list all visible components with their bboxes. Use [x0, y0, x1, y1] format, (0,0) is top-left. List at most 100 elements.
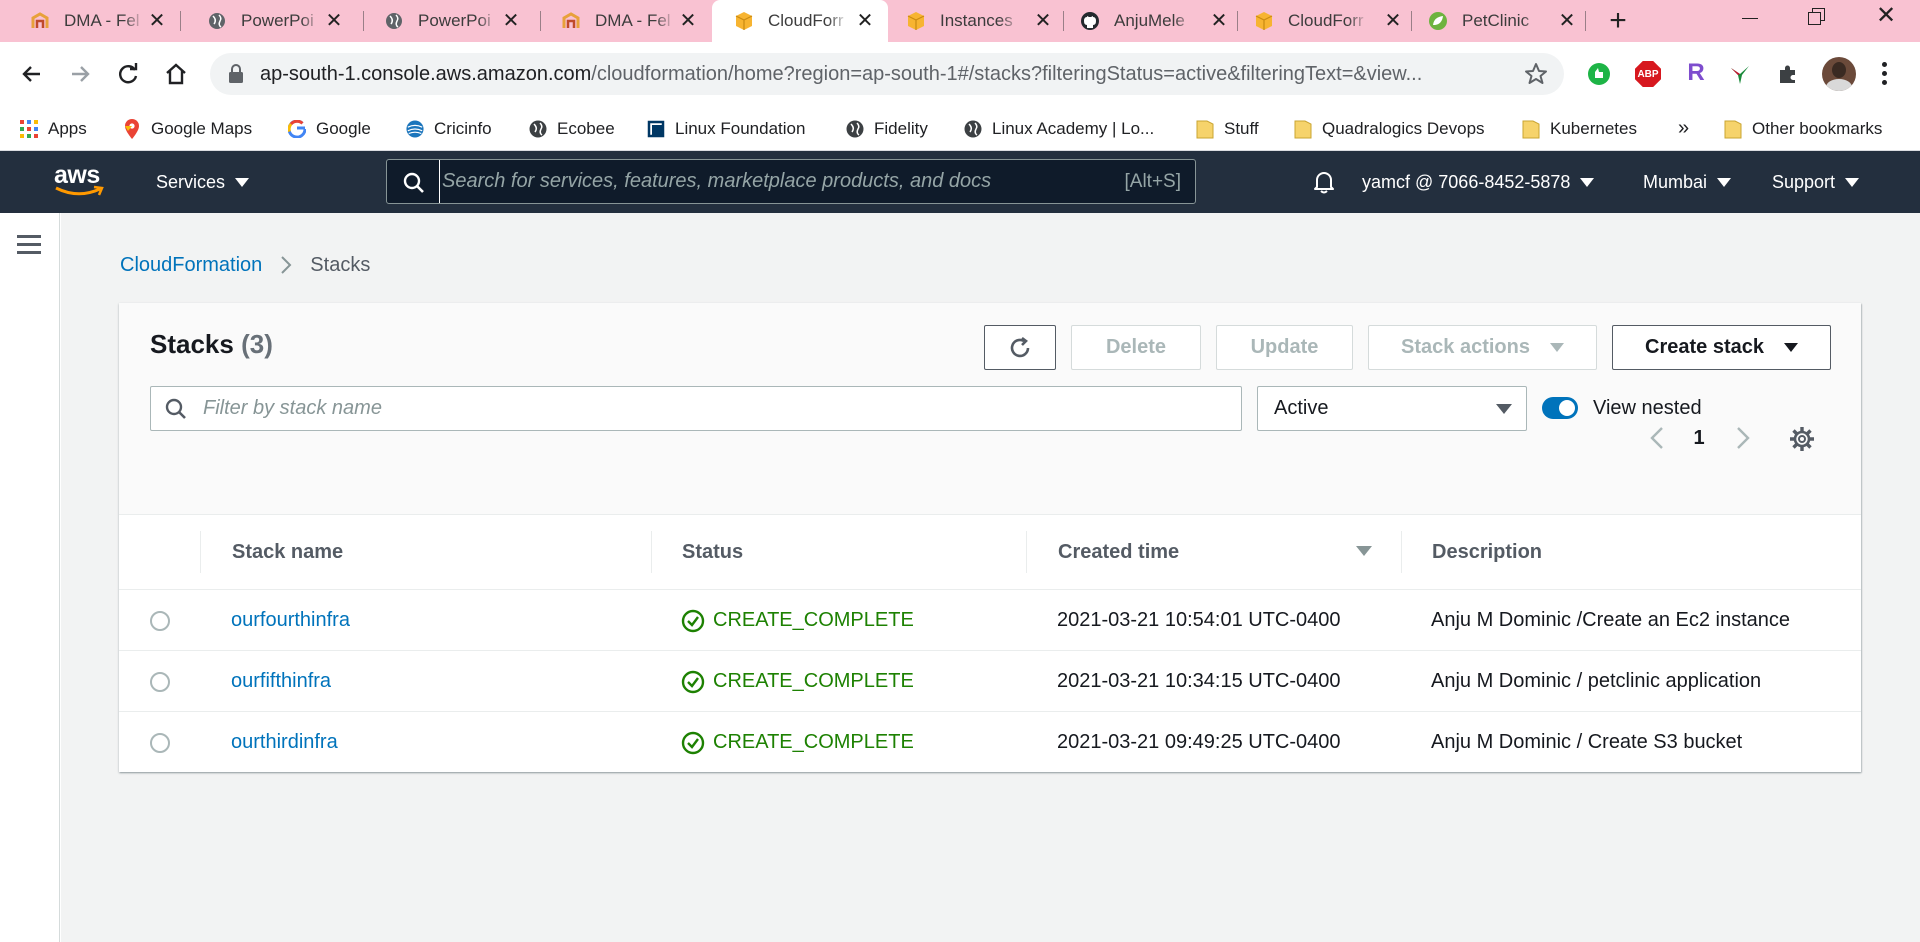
browser-tab[interactable]: DMA - Fel ✕ [531, 0, 711, 42]
tab-separator [1411, 11, 1412, 31]
success-check-icon [681, 731, 705, 754]
bookmark-linux-foundation[interactable]: Linux Foundation [647, 106, 805, 151]
browser-toolbar: ap-south-1.console.aws.amazon.com/cloudf… [0, 42, 1920, 106]
extensions-puzzle-icon[interactable] [1776, 62, 1800, 86]
delete-button[interactable]: Delete [1071, 325, 1201, 370]
services-menu[interactable]: Services [156, 151, 250, 213]
caret-down-icon [1496, 404, 1512, 414]
bookmark-apps[interactable]: Apps [20, 106, 87, 151]
browser-tab[interactable]: Instances ✕ [888, 0, 1066, 42]
close-tab-icon[interactable]: ✕ [1034, 11, 1052, 31]
stack-actions-dropdown[interactable]: Stack actions [1368, 325, 1597, 370]
bookmark-google[interactable]: Google [288, 106, 371, 151]
browser-tab-active[interactable]: CloudForr ✕ [712, 0, 888, 42]
bookmark-cricinfo[interactable]: Cricinfo [406, 106, 492, 151]
row-select-radio[interactable] [150, 651, 170, 712]
close-tab-icon[interactable]: ✕ [1384, 11, 1402, 31]
support-label: Support [1772, 171, 1836, 192]
update-button[interactable]: Update [1216, 325, 1353, 370]
row-select-radio[interactable] [150, 712, 170, 773]
stack-name-link[interactable]: ourfifthinfra [231, 651, 331, 712]
other-bookmarks-folder[interactable]: Other bookmarks [1724, 106, 1882, 151]
bookmark-fidelity[interactable]: Fidelity [846, 106, 928, 151]
table-row[interactable]: ourfourthinfra CREATE_COMPLETE 2021-03-2… [119, 589, 1861, 650]
close-tab-icon[interactable]: ✕ [325, 11, 343, 31]
region-menu[interactable]: Mumbai [1643, 151, 1732, 213]
aws-box-icon [906, 11, 926, 31]
row-select-radio[interactable] [150, 590, 170, 651]
status-filter-select[interactable]: Active [1257, 386, 1527, 431]
notifications-bell-icon[interactable] [1312, 169, 1336, 195]
create-stack-dropdown[interactable]: Create stack [1612, 325, 1831, 370]
browser-tab[interactable]: PowerPoi ✕ [177, 0, 357, 42]
success-check-icon [681, 609, 705, 632]
created-time: 2021-03-21 10:54:01 UTC-0400 [1057, 609, 1341, 631]
reload-icon[interactable] [114, 60, 142, 88]
new-tab-plus-icon[interactable]: + [1604, 6, 1632, 36]
bookmark-folder-quadralogics[interactable]: Quadralogics Devops [1294, 106, 1485, 151]
browser-tab[interactable]: PowerPoi ✕ [354, 0, 534, 42]
close-tab-icon[interactable]: ✕ [148, 11, 166, 31]
stack-name-link[interactable]: ourfourthinfra [231, 590, 350, 651]
adblock-plus-icon[interactable]: ABP [1635, 61, 1661, 87]
column-header-created-time[interactable]: Created time [1058, 515, 1179, 589]
preferences-gear-icon[interactable] [1789, 426, 1815, 452]
extension-r-icon[interactable]: R [1685, 58, 1707, 88]
account-menu[interactable]: yamcf @ 7066-8452-5878 [1362, 151, 1595, 213]
bookmark-label: Cricinfo [434, 118, 492, 138]
close-tab-icon[interactable]: ✕ [502, 11, 520, 31]
stack-name-link[interactable]: ourthirdinfra [231, 712, 338, 773]
table-row[interactable]: ourthirdinfra CREATE_COMPLETE 2021-03-21… [119, 711, 1861, 772]
previous-page-chevron-icon[interactable] [1649, 425, 1665, 451]
close-tab-icon[interactable]: ✕ [856, 11, 874, 31]
extension-green-icon[interactable] [1587, 62, 1611, 86]
stack-description: Anju M Dominic /Create an Ec2 instance [1431, 609, 1791, 631]
hamburger-menu-icon[interactable] [17, 235, 41, 255]
column-header-status[interactable]: Status [682, 515, 743, 589]
column-header-description[interactable]: Description [1432, 515, 1542, 589]
lock-icon [228, 64, 246, 84]
forward-arrow-icon[interactable] [66, 60, 94, 88]
home-icon[interactable] [162, 60, 190, 88]
browser-tab[interactable]: AnjuMele ✕ [1066, 0, 1242, 42]
extension-bird-icon[interactable] [1728, 62, 1752, 86]
folder-icon [1724, 120, 1742, 138]
bookmark-google-maps[interactable]: Google Maps [123, 106, 252, 151]
services-label: Services [156, 171, 226, 192]
close-tab-icon[interactable]: ✕ [679, 11, 697, 31]
back-arrow-icon[interactable] [18, 60, 46, 88]
filter-stack-name-input[interactable]: Filter by stack name [150, 386, 1242, 431]
close-tab-icon[interactable]: ✕ [1558, 11, 1576, 31]
minimize-window-icon[interactable] [1740, 6, 1760, 26]
browser-tab[interactable]: CloudForr ✕ [1240, 0, 1416, 42]
table-row[interactable]: ourfifthinfra CREATE_COMPLETE 2021-03-21… [119, 650, 1861, 711]
graduation-cap-icon [30, 11, 50, 31]
browser-menu-icon[interactable] [1880, 60, 1888, 88]
browser-tab[interactable]: PetClinic ✕ [1414, 0, 1590, 42]
breadcrumb-cloudformation-link[interactable]: CloudFormation [120, 254, 262, 277]
profile-avatar[interactable] [1822, 57, 1856, 91]
current-page-number[interactable]: 1 [1689, 425, 1709, 451]
close-tab-icon[interactable]: ✕ [1210, 11, 1228, 31]
bookmark-linux-academy[interactable]: Linux Academy | Lo... [964, 106, 1154, 151]
column-header-stack-name[interactable]: Stack name [232, 515, 343, 589]
browser-tab[interactable]: DMA - Fel ✕ [0, 0, 180, 42]
support-menu[interactable]: Support [1772, 151, 1860, 213]
bookmark-ecobee[interactable]: Ecobee [529, 106, 615, 151]
tab-title: Instances [940, 11, 1013, 30]
next-page-chevron-icon[interactable] [1735, 425, 1751, 451]
search-icon [165, 398, 187, 420]
address-bar[interactable]: ap-south-1.console.aws.amazon.com/cloudf… [210, 53, 1564, 95]
view-nested-toggle[interactable] [1542, 397, 1578, 419]
bookmark-star-icon[interactable] [1524, 62, 1548, 86]
sort-descending-icon[interactable] [1356, 546, 1372, 556]
restore-window-icon[interactable] [1808, 8, 1826, 26]
aws-logo[interactable]: aws [54, 163, 110, 203]
bookmark-folder-kubernetes[interactable]: Kubernetes [1522, 106, 1637, 151]
refresh-button[interactable] [984, 325, 1056, 370]
aws-search-input[interactable]: Search for services, features, marketpla… [386, 159, 1196, 204]
close-window-icon[interactable]: ✕ [1874, 4, 1898, 28]
bookmark-label: Ecobee [557, 118, 615, 138]
bookmarks-overflow-chevron[interactable]: » [1678, 106, 1689, 151]
bookmark-folder-stuff[interactable]: Stuff [1196, 106, 1259, 151]
